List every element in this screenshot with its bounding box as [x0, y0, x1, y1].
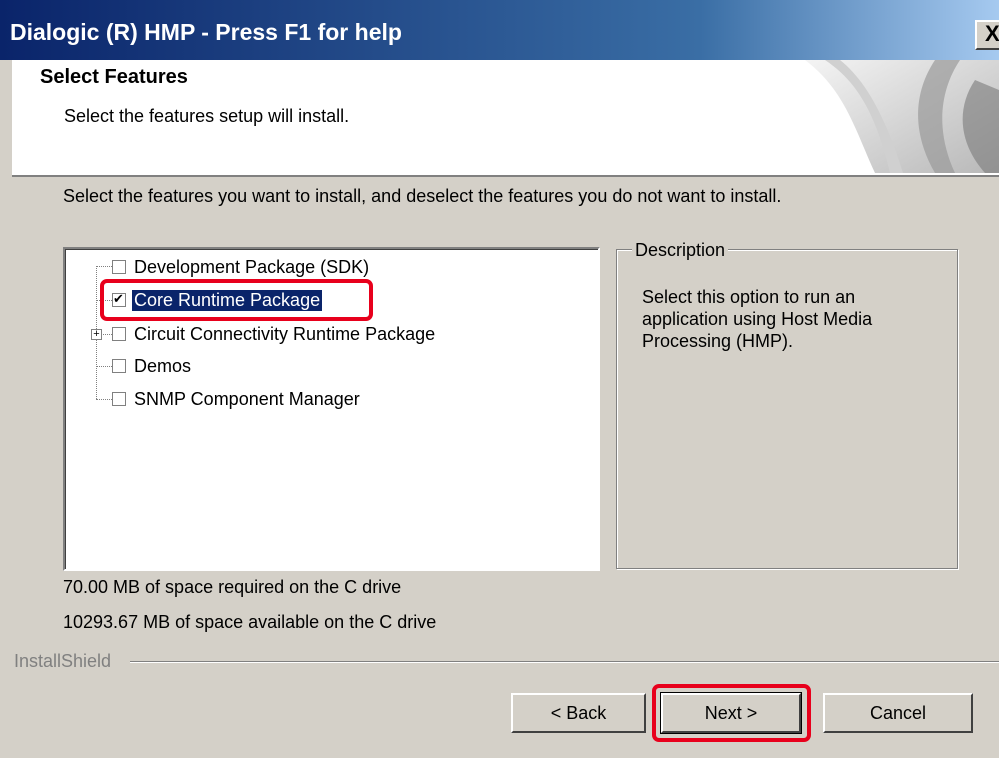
tree-line: [96, 399, 112, 400]
checkbox-icon[interactable]: [112, 327, 126, 341]
installshield-brand: InstallShield: [14, 651, 112, 671]
feature-item-sdk[interactable]: Development Package (SDK): [112, 253, 371, 281]
page-subtitle: Select the features setup will install.: [64, 106, 350, 126]
page-title: Select Features: [40, 66, 188, 88]
expand-icon[interactable]: +: [91, 329, 102, 340]
space-required-text: 70.00 MB of space required on the C driv…: [63, 577, 402, 597]
feature-label: Demos: [134, 355, 192, 376]
feature-item-snmp[interactable]: SNMP Component Manager: [112, 385, 362, 413]
checkbox-icon[interactable]: [112, 392, 126, 406]
header-banner: Select Features Select the features setu…: [12, 60, 999, 177]
feature-item-circuit-connectivity[interactable]: Circuit Connectivity Runtime Package: [112, 320, 437, 348]
description-text: Select this option to run an application…: [642, 287, 873, 351]
tree-line: [96, 366, 112, 367]
installer-window: Dialogic (R) HMP - Press F1 for help X S…: [0, 0, 999, 758]
description-title: Description: [632, 240, 729, 261]
checkbox-icon[interactable]: [112, 359, 126, 373]
title-bar[interactable]: Dialogic (R) HMP - Press F1 for help X: [0, 0, 999, 60]
core-runtime-highlight: [100, 279, 373, 321]
feature-label: SNMP Component Manager: [134, 388, 360, 409]
window-title: Dialogic (R) HMP - Press F1 for help: [10, 19, 402, 45]
back-button[interactable]: < Back: [511, 693, 646, 733]
feature-item-demos[interactable]: Demos: [112, 352, 193, 380]
feature-label: Circuit Connectivity Runtime Package: [134, 323, 436, 344]
tree-line: [96, 266, 112, 267]
feature-label: Development Package (SDK): [134, 256, 370, 277]
separator-line: [130, 661, 999, 663]
instructions-text: Select the features you want to install,…: [63, 186, 782, 206]
cancel-button[interactable]: Cancel: [823, 693, 973, 733]
next-button-highlight: [652, 684, 811, 742]
close-button[interactable]: X: [975, 20, 999, 50]
page-curl-graphic: [805, 60, 999, 173]
space-available-text: 10293.67 MB of space available on the C …: [63, 612, 437, 632]
checkbox-icon[interactable]: [112, 260, 126, 274]
